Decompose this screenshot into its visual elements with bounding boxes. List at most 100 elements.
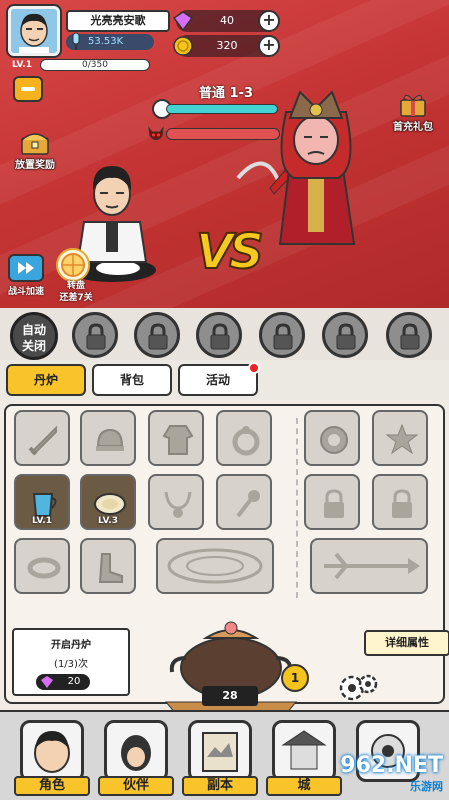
bracelet-icon — [27, 557, 61, 579]
nav-dungeon[interactable]: 副本 — [182, 718, 258, 800]
settings-button[interactable] — [336, 668, 380, 706]
battle-speed-button[interactable] — [8, 254, 44, 282]
idle-reward-label: 放置奖励 — [15, 160, 55, 171]
wheel-remaining: 还差7关 — [59, 293, 93, 303]
talisman-slot[interactable] — [372, 410, 428, 466]
nav-partner[interactable]: 伙伴 — [98, 718, 174, 800]
flying-sword-icon — [324, 552, 420, 580]
coin-icon — [173, 36, 193, 56]
robe-icon — [162, 425, 194, 455]
lock-icon — [273, 323, 293, 350]
locked-skill-slot[interactable] — [259, 312, 305, 358]
locked-slot[interactable] — [304, 474, 360, 530]
helmet-icon — [96, 428, 124, 451]
nav-city-label: 城 — [266, 776, 342, 796]
owned-item-plate[interactable]: LV.3 — [80, 474, 136, 530]
furnace-level-badge: 1 — [281, 664, 309, 692]
locked-skill-slot[interactable] — [72, 312, 118, 358]
pagoda-icon — [272, 720, 336, 782]
armor-slot[interactable] — [148, 410, 204, 466]
gear-icon — [339, 674, 378, 701]
emblem-slot[interactable] — [304, 410, 360, 466]
gem-amount: 40 — [220, 14, 234, 27]
emblem-icon — [320, 426, 348, 454]
star-icon — [385, 423, 419, 455]
gift-box-icon — [400, 94, 426, 117]
add-coins-button[interactable]: + — [258, 35, 280, 57]
treasure-chest-icon — [21, 133, 49, 155]
open-furnace-card[interactable]: 开启丹炉 (1/3)次 20 — [12, 628, 130, 696]
necklace-slot[interactable] — [148, 474, 204, 530]
scroll-icon — [188, 720, 252, 782]
item-level: LV.1 — [32, 516, 52, 526]
lock-icon — [400, 323, 420, 350]
idle-reward-button[interactable]: 放置奖励 — [8, 128, 62, 171]
furnace-uses: (1/3)次 — [54, 659, 88, 670]
partner-icon — [104, 720, 168, 782]
wheel-title: 转盘 — [66, 281, 85, 291]
lucky-wheel-button[interactable] — [56, 248, 90, 282]
tab-bar: 丹炉 背包 活动 — [0, 360, 449, 400]
nav-dungeon-label: 副本 — [182, 776, 258, 796]
furnace-cost-value: 20 — [67, 676, 81, 687]
fast-forward-icon — [18, 262, 34, 274]
menu-button[interactable] — [13, 76, 43, 102]
player-avatar[interactable] — [8, 6, 60, 56]
locked-skill-slot[interactable] — [134, 312, 180, 358]
tab-backpack[interactable]: 背包 — [92, 364, 172, 396]
lucky-wheel-label: 转盘 还差7关 — [50, 280, 102, 304]
coin-amount: 320 — [216, 39, 238, 52]
battle-speed-label: 战斗加速 — [7, 287, 44, 297]
grid-divider — [296, 418, 298, 598]
item-level: LV.3 — [98, 516, 118, 526]
battle-area: 光亮亮安歌 53.53K 40 + 320 + LV.1 0/350 放置奖励 … — [0, 0, 449, 310]
necklace-icon — [164, 491, 192, 518]
flying-sword-slot[interactable] — [310, 538, 428, 594]
gem-icon — [41, 676, 53, 688]
bottom-navigation: 角色 伙伴 副本 城 962.NET 乐游网 — [0, 710, 449, 800]
site-watermark: 962.NET 乐游网 — [340, 753, 443, 794]
character-portrait-icon — [20, 720, 84, 782]
watermark-sub: 乐游网 — [410, 780, 443, 793]
formation-slot[interactable] — [156, 538, 274, 594]
boots-slot[interactable] — [80, 538, 136, 594]
furnace-counter: 28 — [202, 686, 258, 706]
lock-icon — [148, 323, 168, 350]
locked-skill-slot[interactable] — [322, 312, 368, 358]
ring-icon — [232, 426, 260, 456]
bracelet-slot[interactable] — [14, 538, 70, 594]
equipment-grid: LV.1 LV.3 开启丹炉 (1/3)次 20 28 1 详细属性 — [4, 404, 449, 715]
weapon-slot[interactable] — [14, 410, 70, 466]
helmet-slot[interactable] — [80, 410, 136, 466]
ring-slot[interactable] — [216, 410, 272, 466]
exp-bar: 0/350 — [40, 59, 150, 71]
locked-skill-slot[interactable] — [196, 312, 242, 358]
wheel-icon — [61, 253, 85, 277]
watermark-main: 962.NET — [340, 753, 443, 778]
locked-slot[interactable] — [372, 474, 428, 530]
skill-bar: 自动 关闭 — [0, 308, 449, 360]
staff-icon — [236, 490, 260, 518]
tab-events-label: 活动 — [205, 373, 230, 387]
auto-label: 自动 — [21, 323, 46, 337]
tab-alchemy[interactable]: 丹炉 — [6, 364, 86, 396]
coin-counter: 320 + — [173, 35, 280, 57]
add-gems-button[interactable]: + — [258, 10, 280, 32]
lock-icon — [210, 323, 230, 350]
locked-skill-slot[interactable] — [386, 312, 432, 358]
lock-icon — [392, 489, 412, 518]
gem-counter: 40 + — [172, 10, 280, 32]
lock-icon — [86, 323, 106, 350]
detailed-stats-button[interactable]: 详细属性 — [364, 630, 449, 656]
staff-slot[interactable] — [216, 474, 272, 530]
first-recharge-label: 首充礼包 — [393, 122, 433, 133]
player-name: 光亮亮安歌 — [66, 10, 170, 32]
auto-battle-toggle[interactable]: 自动 关闭 — [10, 312, 58, 360]
nav-character[interactable]: 角色 — [14, 718, 90, 800]
power-icon — [72, 32, 80, 50]
nav-city[interactable]: 城 — [266, 718, 342, 800]
furnace-cost: 20 — [36, 674, 90, 690]
tab-events[interactable]: 活动 — [178, 362, 260, 396]
owned-item-cup[interactable]: LV.1 — [14, 474, 70, 530]
alchemy-furnace[interactable]: 28 — [156, 618, 306, 715]
